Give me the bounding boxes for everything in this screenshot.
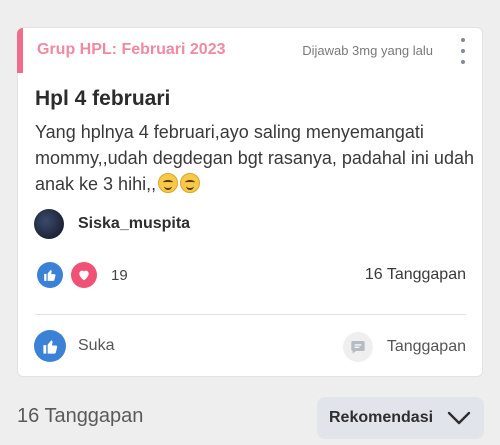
card-accent-bar bbox=[17, 28, 23, 73]
smile-emoji-icon bbox=[158, 173, 179, 193]
reaction-summary[interactable]: 19 bbox=[37, 262, 128, 288]
question-card[interactable]: Grup HPL: Februari 2023 Dijawab 3mg yang… bbox=[17, 27, 483, 377]
like-button[interactable]: Suka bbox=[34, 330, 114, 362]
group-label[interactable]: Grup HPL: Februari 2023 bbox=[37, 41, 226, 59]
comment-icon bbox=[342, 332, 373, 362]
author-name[interactable]: Siska_muspita bbox=[78, 215, 190, 233]
smile-emoji-icon bbox=[180, 173, 201, 193]
reaction-count: 19 bbox=[111, 266, 128, 284]
divider bbox=[35, 314, 466, 315]
heart-icon bbox=[71, 262, 97, 288]
author[interactable]: Siska_muspita bbox=[34, 209, 190, 239]
sort-label: Rekomendasi bbox=[329, 409, 434, 426]
thumbs-up-icon bbox=[37, 262, 63, 288]
respond-label: Tanggapan bbox=[386, 338, 466, 355]
respond-button[interactable]: Tanggapan bbox=[342, 332, 466, 362]
sort-dropdown[interactable]: Rekomendasi bbox=[317, 397, 484, 439]
answered-time: Dijawab 3mg yang lalu bbox=[302, 43, 433, 58]
post-body: Yang hplnya 4 februari,ayo saling menyem… bbox=[35, 119, 475, 197]
thumbs-up-icon bbox=[34, 330, 66, 362]
chevron-down-icon bbox=[447, 411, 471, 425]
responses-heading: 16 Tanggapan bbox=[17, 405, 144, 427]
post-body-text: Yang hplnya 4 februari,ayo saling menyem… bbox=[35, 122, 474, 194]
like-label: Suka bbox=[78, 337, 115, 354]
more-options-icon[interactable] bbox=[456, 38, 470, 64]
avatar[interactable] bbox=[34, 209, 64, 239]
response-count[interactable]: 16 Tanggapan bbox=[365, 266, 466, 284]
post-title: Hpl 4 februari bbox=[35, 87, 171, 110]
